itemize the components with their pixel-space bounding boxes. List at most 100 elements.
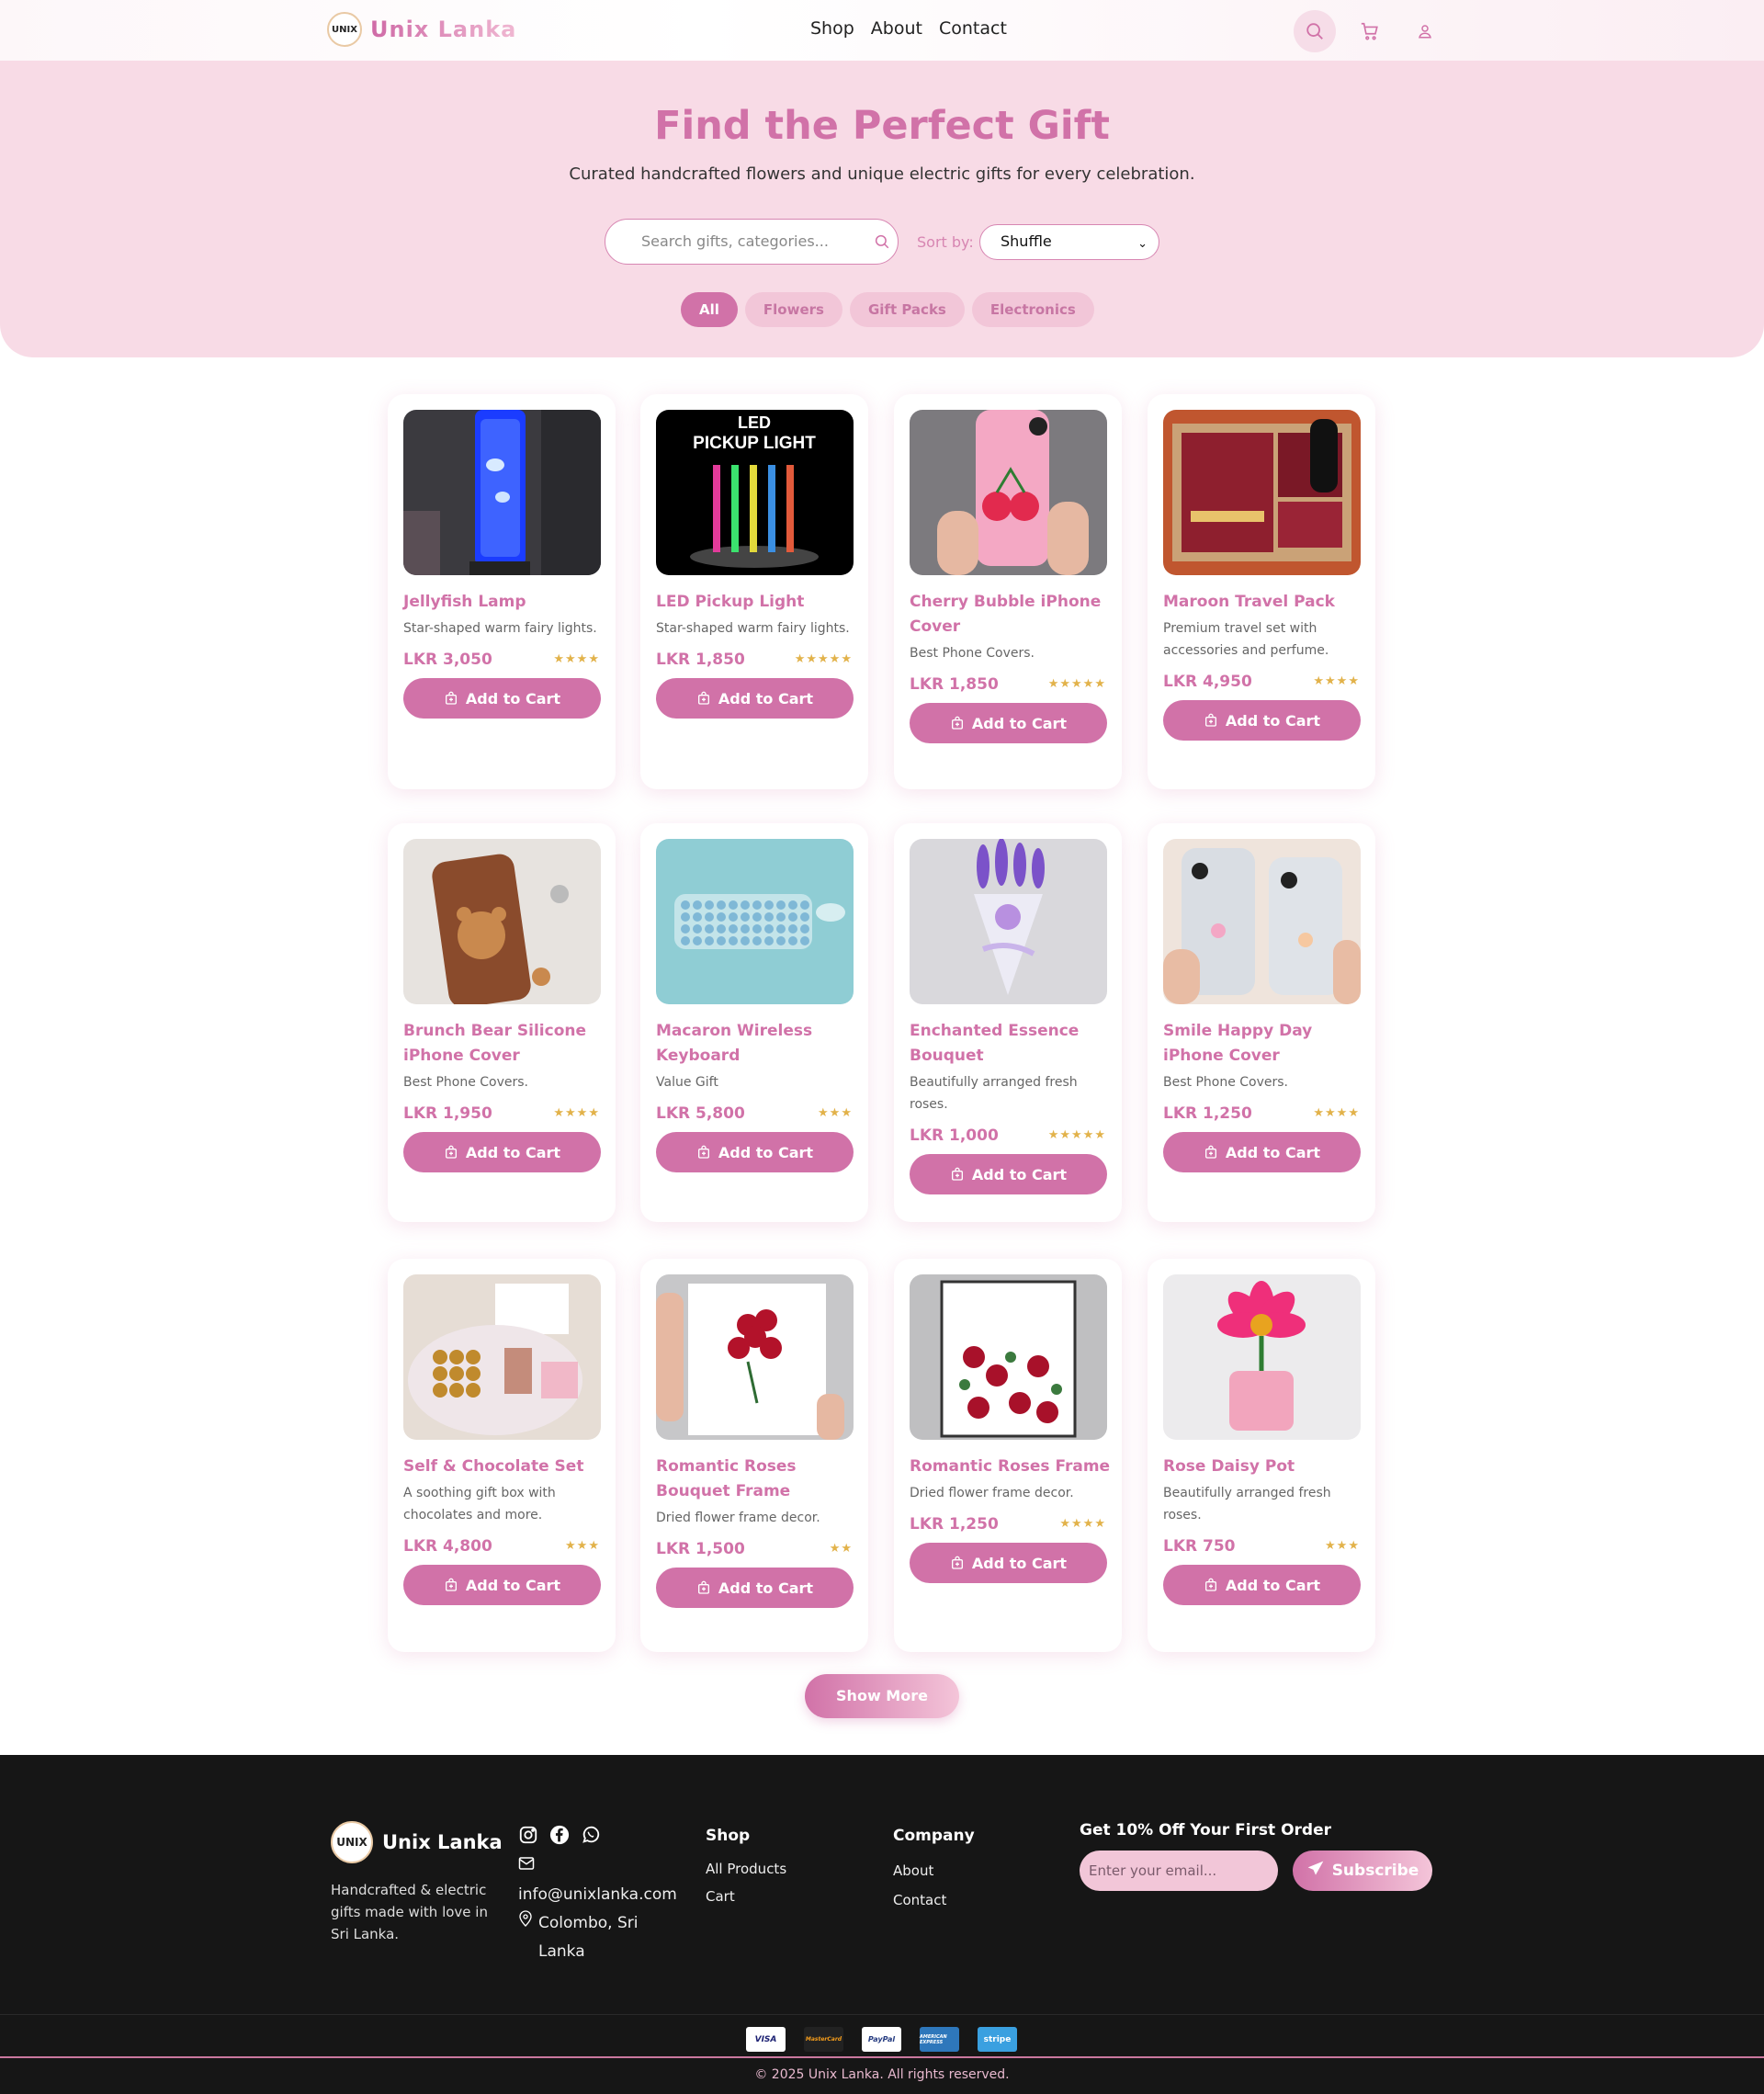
shopping-bag-icon — [696, 1145, 711, 1160]
product-name[interactable]: Jellyfish Lamp — [403, 590, 605, 615]
category-filters: All Flowers Gift Packs Electronics — [681, 292, 1094, 327]
newsletter-title: Get 10% Off Your First Order — [1080, 1821, 1332, 1839]
stripe-icon: stripe — [978, 2027, 1017, 2052]
footer-email[interactable]: info@unixlanka.com — [518, 1881, 684, 1909]
cart-icon[interactable] — [1349, 10, 1391, 52]
product-image[interactable] — [1163, 1274, 1361, 1440]
add-to-cart-button[interactable]: Add to Cart — [656, 1568, 854, 1608]
shopping-bag-icon — [950, 716, 965, 730]
chevron-down-icon: ⌄ — [1137, 237, 1148, 251]
product-card[interactable]: Jellyfish Lamp Star-shaped warm fairy li… — [388, 394, 616, 789]
add-to-cart-label: Add to Cart — [718, 689, 814, 707]
footer-shop-title: Shop — [706, 1827, 751, 1845]
search-icon[interactable] — [1294, 10, 1336, 52]
product-description: Star-shaped warm fairy lights. — [403, 621, 597, 636]
product-name[interactable]: Smile Happy Day iPhone Cover — [1163, 1019, 1365, 1069]
show-more-button[interactable]: Show More — [805, 1674, 959, 1718]
product-description: Best Phone Covers. — [403, 1075, 529, 1090]
product-image[interactable] — [910, 1274, 1107, 1440]
product-card[interactable]: Enchanted Essence Bouquet Beautifully ar… — [894, 823, 1122, 1222]
brand-logo[interactable]: UNIX Unix Lanka — [327, 12, 516, 47]
product-card[interactable]: Rose Daisy Pot Beautifully arranged fres… — [1148, 1259, 1375, 1652]
product-image[interactable] — [910, 410, 1107, 575]
filter-electronics[interactable]: Electronics — [971, 292, 1094, 327]
product-name[interactable]: Maroon Travel Pack — [1163, 590, 1365, 615]
footer-link-all-products[interactable]: All Products — [706, 1861, 786, 1877]
add-to-cart-button[interactable]: Add to Cart — [910, 1543, 1107, 1583]
product-description: Beautifully arranged fresh roses. — [910, 1075, 1078, 1112]
product-image[interactable] — [656, 839, 854, 1004]
logo-icon: UNIX — [327, 12, 362, 47]
product-image[interactable] — [403, 839, 601, 1004]
add-to-cart-button[interactable]: Add to Cart — [403, 1565, 601, 1605]
product-description: Value Gift — [656, 1075, 718, 1090]
brand-name: Unix Lanka — [370, 17, 517, 42]
product-card[interactable]: Smile Happy Day iPhone Cover Best Phone … — [1148, 823, 1375, 1222]
add-to-cart-button[interactable]: Add to Cart — [1163, 1132, 1361, 1172]
nav-link-about[interactable]: About — [871, 18, 922, 39]
product-image[interactable]: LED PICKUP LIGHT — [656, 410, 854, 575]
add-to-cart-button[interactable]: Add to Cart — [403, 1132, 601, 1172]
product-name[interactable]: Cherry Bubble iPhone Cover — [910, 590, 1112, 640]
product-card[interactable]: Macaron Wireless Keyboard Value Gift LKR… — [640, 823, 868, 1222]
product-name[interactable]: Rose Daisy Pot — [1163, 1454, 1365, 1479]
subscribe-label: Subscribe — [1331, 1862, 1419, 1880]
product-name[interactable]: LED Pickup Light — [656, 590, 858, 615]
filter-gift-packs[interactable]: Gift Packs — [849, 292, 965, 327]
product-image[interactable] — [1163, 410, 1361, 575]
nav-link-shop[interactable]: Shop — [810, 18, 854, 39]
rating-stars: ★★★★★ — [1047, 1128, 1106, 1142]
sort-select[interactable]: Shuffle ⌄ — [979, 224, 1159, 260]
add-to-cart-button[interactable]: Add to Cart — [656, 678, 854, 719]
rating-stars: ★★★★★ — [794, 652, 853, 666]
footer-contact: info@unixlanka.com Colombo, Sri Lanka — [518, 1852, 684, 1966]
whatsapp-icon[interactable] — [581, 1825, 601, 1849]
rating-stars: ★★★★ — [553, 652, 600, 666]
add-to-cart-label: Add to Cart — [971, 1554, 1068, 1572]
add-to-cart-label: Add to Cart — [1225, 711, 1321, 730]
add-to-cart-button[interactable]: Add to Cart — [656, 1132, 854, 1172]
product-price: LKR 1,250 — [910, 1515, 999, 1534]
product-image[interactable] — [656, 1274, 854, 1440]
rating-stars: ★★★★ — [1313, 674, 1360, 688]
product-image[interactable] — [910, 839, 1107, 1004]
filter-flowers[interactable]: Flowers — [744, 292, 842, 327]
subscribe-button[interactable]: Subscribe — [1293, 1851, 1432, 1891]
product-name[interactable]: Enchanted Essence Bouquet — [910, 1019, 1112, 1069]
product-card[interactable]: Maroon Travel Pack Premium travel set wi… — [1148, 394, 1375, 789]
facebook-icon[interactable] — [549, 1825, 570, 1849]
footer-link-cart[interactable]: Cart — [706, 1888, 735, 1905]
product-name[interactable]: Macaron Wireless Keyboard — [656, 1019, 858, 1069]
product-card[interactable]: Self & Chocolate Set A soothing gift box… — [388, 1259, 616, 1652]
product-name[interactable]: Brunch Bear Silicone iPhone Cover — [403, 1019, 605, 1069]
product-image[interactable] — [403, 1274, 601, 1440]
search-icon[interactable] — [874, 233, 890, 254]
product-name[interactable]: Self & Chocolate Set — [403, 1454, 605, 1479]
footer-link-contact[interactable]: Contact — [893, 1892, 946, 1908]
add-to-cart-button[interactable]: Add to Cart — [1163, 700, 1361, 741]
add-to-cart-button[interactable]: Add to Cart — [910, 1154, 1107, 1194]
product-card[interactable]: Brunch Bear Silicone iPhone Cover Best P… — [388, 823, 616, 1222]
add-to-cart-button[interactable]: Add to Cart — [403, 678, 601, 719]
newsletter-email-input[interactable]: Enter your email... — [1080, 1851, 1278, 1891]
footer-brand[interactable]: UNIX Unix Lanka — [331, 1821, 503, 1863]
add-to-cart-button[interactable]: Add to Cart — [910, 703, 1107, 743]
nav-link-contact[interactable]: Contact — [939, 18, 1007, 39]
product-card[interactable]: Cherry Bubble iPhone Cover Best Phone Co… — [894, 394, 1122, 789]
user-icon[interactable] — [1404, 10, 1446, 52]
search-input[interactable] — [641, 220, 880, 262]
add-to-cart-button[interactable]: Add to Cart — [1163, 1565, 1361, 1605]
shopping-bag-icon — [444, 1578, 458, 1592]
filter-all[interactable]: All — [681, 292, 738, 327]
product-card[interactable]: Romantic Roses Bouquet Frame Dried flowe… — [640, 1259, 868, 1652]
product-name[interactable]: Romantic Roses Frame — [910, 1454, 1112, 1479]
product-card[interactable]: LED PICKUP LIGHT LED Pickup Light Star-sh… — [640, 394, 868, 789]
instagram-icon[interactable] — [518, 1825, 538, 1849]
product-image[interactable] — [1163, 839, 1361, 1004]
product-image[interactable] — [403, 410, 601, 575]
footer-logo-icon: UNIX — [331, 1821, 373, 1863]
product-name[interactable]: Romantic Roses Bouquet Frame — [656, 1454, 858, 1504]
product-card[interactable]: Romantic Roses Frame Dried flower frame … — [894, 1259, 1122, 1652]
rating-stars: ★★★ — [818, 1106, 853, 1120]
footer-link-about[interactable]: About — [893, 1862, 933, 1879]
